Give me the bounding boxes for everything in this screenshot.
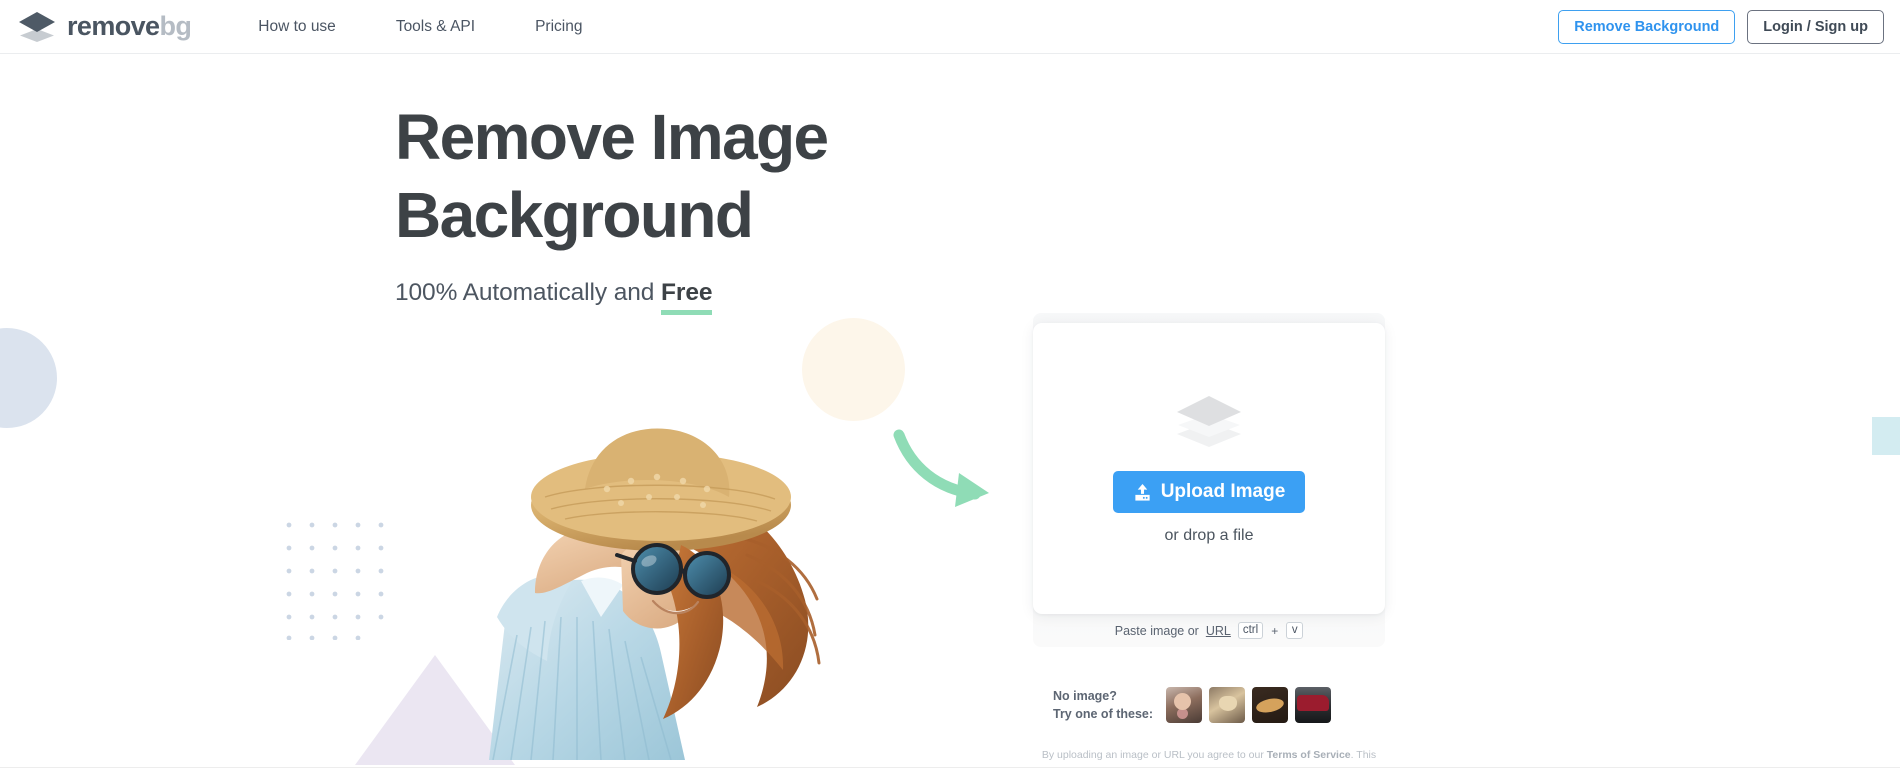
main-navigation: How to use Tools & API Pricing: [258, 12, 582, 42]
upload-arrow-icon: [1135, 483, 1150, 501]
shortcut-plus-sign: +: [1271, 623, 1279, 638]
login-signup-button[interactable]: Login / Sign up: [1747, 9, 1884, 44]
header-actions: Remove Background Login / Sign up: [1558, 9, 1884, 44]
hero-title-line-2: Background: [395, 179, 754, 251]
hero-title-line-1: Remove Image: [395, 101, 829, 173]
hero-subtitle-highlight: Free: [661, 279, 713, 306]
upload-image-button[interactable]: Upload Image: [1112, 471, 1306, 513]
paste-image-label: Paste image or: [1114, 623, 1199, 638]
legal-text-part-1: By uploading an image or URL you agree t…: [1041, 749, 1267, 761]
site-header: removebg How to use Tools & API Pricing …: [0, 0, 1900, 54]
hero-photo-illustration: [489, 428, 821, 760]
shortcut-key-v: v: [1286, 622, 1304, 639]
shortcut-key-ctrl: ctrl: [1237, 622, 1264, 639]
sample-thumbnail-bread[interactable]: [1252, 687, 1289, 724]
stacked-layers-icon: [1177, 396, 1241, 447]
sample-thumbnail-list: [1166, 687, 1332, 724]
legal-terms-of-service-1[interactable]: Terms of Service: [1267, 749, 1351, 761]
remove-background-button[interactable]: Remove Background: [1558, 9, 1736, 44]
decoration-left-circle: [0, 328, 57, 428]
sample-thumbnail-woman[interactable]: [1166, 687, 1203, 724]
nav-item-how-to-use[interactable]: How to use: [258, 12, 336, 42]
site-logo[interactable]: removebg: [16, 10, 192, 44]
decoration-dot-grid: [286, 522, 384, 640]
decoration-right-square: [1872, 417, 1900, 455]
paste-image-row: Paste image or URL ctrl + v: [1033, 614, 1385, 647]
sample-images-section: No image? Try one of these:: [1053, 687, 1332, 724]
drop-a-file-text: or drop a file: [1164, 527, 1254, 544]
decoration-curved-arrow-icon: [893, 429, 989, 507]
sample-images-label: No image? Try one of these:: [1053, 687, 1153, 723]
sample-thumbnail-dog[interactable]: [1209, 687, 1246, 724]
sample-label-line-1: No image?: [1053, 689, 1117, 703]
hero-copy: Remove Image Background 100% Automatical…: [395, 105, 915, 307]
paste-url-link[interactable]: URL: [1206, 624, 1231, 638]
nav-item-pricing[interactable]: Pricing: [535, 12, 582, 42]
stacked-layers-logo-icon: [19, 11, 55, 42]
logo-word-remove: remove: [67, 11, 160, 41]
legal-disclaimer: By uploading an image or URL you agree t…: [1033, 747, 1385, 768]
hero-photo: [385, 385, 825, 760]
sample-thumbnail-car[interactable]: [1295, 687, 1332, 724]
nav-item-tools-api[interactable]: Tools & API: [396, 12, 475, 42]
hero-subtitle-prefix: 100% Automatically and: [395, 279, 662, 306]
upload-image-button-label: Upload Image: [1160, 481, 1286, 502]
sample-label-line-2: Try one of these:: [1053, 707, 1154, 722]
upload-dropzone[interactable]: Upload Image or drop a file: [1033, 323, 1385, 614]
hero-subtitle: 100% Automatically and Free: [395, 279, 915, 307]
logo-word-bg: bg: [159, 11, 192, 41]
page-title: Remove Image Background: [395, 105, 915, 247]
hero-section: Remove Image Background 100% Automatical…: [0, 55, 1900, 768]
logo-wordmark: removebg: [67, 11, 192, 41]
